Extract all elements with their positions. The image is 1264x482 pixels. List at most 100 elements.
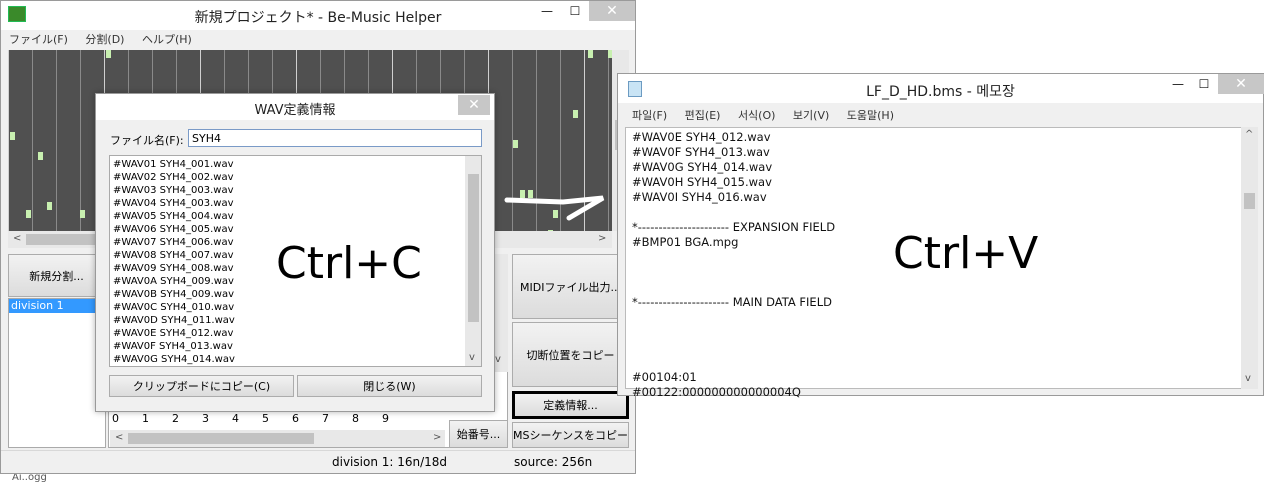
grid-lane-line (80, 50, 81, 231)
dialog-close-icon[interactable]: ✕ (458, 95, 490, 115)
notepad-line (632, 310, 835, 325)
center-hscroll[interactable]: < > (110, 430, 445, 447)
grid-lane-line (32, 50, 33, 231)
notepad-line: #WAV0E SYH4_012.wav (632, 130, 771, 144)
main-menubar: ファイル(F) 分割(D) ヘルプ(H) (9, 30, 629, 49)
close-button[interactable]: ✕ (589, 1, 635, 21)
notepad-scroll-up-icon[interactable]: ^ (1245, 129, 1253, 140)
notepad-menu-help[interactable]: 도움말(H) (847, 106, 894, 125)
wav-list-item[interactable]: #WAV0C SYH4_010.wav (113, 301, 235, 314)
filename-input[interactable] (188, 129, 482, 147)
ctrl-c-label: Ctrl+C (276, 238, 422, 289)
sequence-note[interactable] (10, 132, 15, 140)
minimize-button[interactable]: — (535, 1, 559, 21)
notepad-menu-file[interactable]: 파일(F) (632, 106, 667, 125)
notepad-menu-format[interactable]: 서식(O) (738, 106, 775, 125)
wav-list-scroll-down-icon[interactable]: v (469, 352, 475, 363)
sequence-note[interactable] (588, 50, 593, 58)
wav-list-item[interactable]: #WAV02 SYH4_002.wav (113, 171, 235, 184)
sequence-note[interactable] (47, 202, 52, 210)
notepad-line: #WAV0H SYH4_015.wav (632, 175, 772, 189)
center-scroll-right-icon[interactable]: > (433, 432, 441, 443)
wav-list-item[interactable]: #WAV0B SYH4_009.wav (113, 288, 235, 301)
dialog-titlebar: WAV定義情報 ✕ (96, 94, 494, 120)
notepad-menu-view[interactable]: 보기(V) (793, 106, 829, 125)
arrow-annotation (504, 195, 605, 221)
center-vscroll-down-icon[interactable]: v (495, 354, 501, 365)
copy-to-clipboard-button[interactable]: クリップボードにコピー(C) (109, 375, 294, 397)
sequence-note[interactable] (573, 110, 578, 118)
ruler-tick-label: 9 (382, 412, 389, 425)
ruler-tick-label: 2 (172, 412, 179, 425)
dialog-title: WAV定義情報 (254, 103, 336, 118)
notepad-line (632, 280, 835, 295)
wav-list-lines: #WAV01 SYH4_001.wav #WAV02 SYH4_002.wav #W… (113, 158, 235, 366)
wav-list-item[interactable]: #WAV05 SYH4_004.wav (113, 210, 235, 223)
status-source: source: 256n (514, 455, 593, 469)
ruler: 0 1 2 3 4 5 6 7 8 9 (112, 412, 452, 426)
ruler-tick-label: 1 (142, 412, 149, 425)
sequence-note[interactable] (80, 210, 85, 218)
wav-list-item[interactable]: #WAV0D SYH4_011.wav (113, 314, 235, 327)
menu-division[interactable]: 分割(D) (85, 30, 124, 49)
start-number-button[interactable]: 始番号... (449, 420, 508, 448)
wav-list-item[interactable]: #WAV0A SYH4_009.wav (113, 275, 235, 288)
menu-file[interactable]: ファイル(F) (9, 30, 68, 49)
midi-output-button[interactable]: MIDIファイル出力... (512, 254, 629, 319)
division-list-item[interactable]: division 1 (9, 299, 105, 313)
notepad-vscroll-thumb[interactable] (1244, 193, 1255, 209)
notepad-line (632, 250, 835, 265)
ruler-tick-label: 7 (322, 412, 329, 425)
notepad-line: #WAV0G SYH4_014.wav (632, 160, 773, 174)
division-list[interactable]: division 1 (8, 298, 106, 448)
grid-lane-line (8, 50, 9, 231)
notepad-minimize-button[interactable]: — (1166, 74, 1190, 94)
ruler-tick-label: 6 (292, 412, 299, 425)
copy-ms-sequence-button[interactable]: MSシーケンスをコピー (512, 422, 629, 448)
notepad-line: #BMP01 BGA.mpg (632, 235, 739, 249)
grid-hscroll-thumb[interactable] (26, 234, 106, 245)
notepad-menu-edit[interactable]: 편집(E) (685, 106, 721, 125)
ruler-tick-label: 0 (112, 412, 119, 425)
sequence-note[interactable] (106, 50, 111, 58)
wav-list-item[interactable]: #WAV07 SYH4_006.wav (113, 236, 235, 249)
main-titlebar: 新規プロジェクト* - Be-Music Helper — ☐ ✕ (1, 1, 635, 30)
filename-label: ファイル名(F): (110, 134, 184, 147)
maximize-button[interactable]: ☐ (563, 1, 587, 21)
ctrl-v-label: Ctrl+V (893, 228, 1039, 279)
dialog-close-button[interactable]: 閉じる(W) (297, 375, 482, 397)
sequence-note[interactable] (38, 152, 43, 160)
wav-list-vscroll-thumb[interactable] (468, 174, 479, 322)
wav-list-vscroll[interactable]: v (465, 156, 481, 366)
scroll-right-icon[interactable]: > (598, 233, 606, 244)
wav-list-item[interactable]: #WAV09 SYH4_008.wav (113, 262, 235, 275)
notepad-line: #00122:000000000000004Q (632, 385, 801, 399)
wav-list-item[interactable]: #WAV01 SYH4_001.wav (113, 158, 235, 171)
background-file-row: Ai..ogg (12, 474, 47, 482)
wav-list-item[interactable]: #WAV06 SYH4_005.wav (113, 223, 235, 236)
sequence-note[interactable] (26, 210, 31, 218)
wav-list-item[interactable]: #WAV03 SYH4_003.wav (113, 184, 235, 197)
menu-help[interactable]: ヘルプ(H) (142, 30, 192, 49)
sequence-note[interactable] (513, 140, 518, 148)
new-division-button[interactable]: 新規分割... (8, 254, 105, 297)
wav-list-item[interactable]: #WAV08 SYH4_007.wav (113, 249, 235, 262)
center-hscroll-thumb[interactable] (128, 433, 314, 444)
notepad-close-button[interactable]: ✕ (1218, 74, 1264, 94)
wav-list-item[interactable]: #WAV04 SYH4_003.wav (113, 197, 235, 210)
notepad-line: *---------------------- EXPANSION FIELD (632, 220, 836, 234)
notepad-line: #00104:01 (632, 370, 697, 384)
notepad-line: *---------------------- MAIN DATA FIELD (632, 295, 832, 309)
definition-info-button[interactable]: 定義情報... (512, 391, 629, 419)
notepad-line (632, 340, 835, 355)
center-scroll-left-icon[interactable]: < (115, 432, 123, 443)
wav-list-item[interactable]: #WAV0G SYH4_014.wav (113, 353, 235, 366)
wav-list-item[interactable]: #WAV0F SYH4_013.wav (113, 340, 235, 353)
notepad-scroll-down-icon[interactable]: v (1245, 373, 1251, 384)
notepad-vscroll[interactable]: ^ v (1241, 127, 1258, 389)
notepad-maximize-button[interactable]: ☐ (1192, 74, 1216, 94)
copy-cut-position-button[interactable]: 切断位置をコピー (512, 322, 629, 387)
wav-list-item[interactable]: #WAV0E SYH4_012.wav (113, 327, 235, 340)
scroll-left-icon[interactable]: < (13, 233, 21, 244)
notepad-lines: #WAV0E SYH4_012.wav #WAV0F SYH4_013.wav #W… (632, 130, 835, 400)
